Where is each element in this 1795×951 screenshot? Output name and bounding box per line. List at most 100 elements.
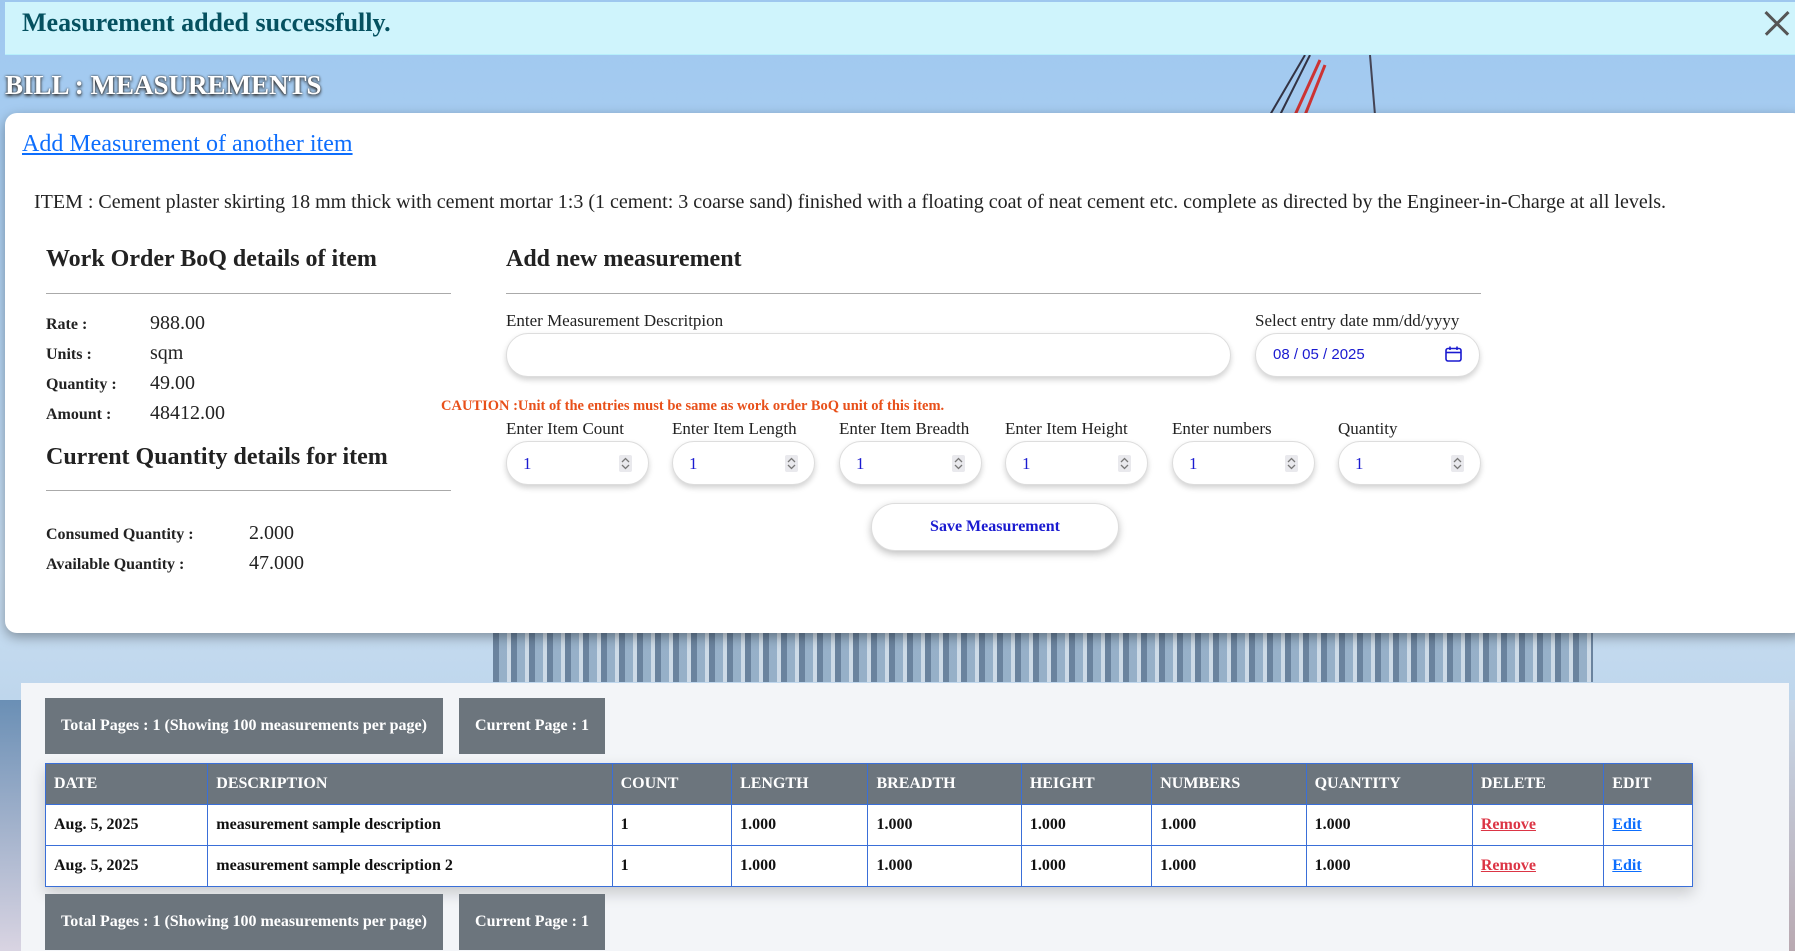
units-label: Units : (46, 346, 92, 363)
available-quantity-label: Available Quantity : (46, 556, 185, 573)
item-length-input[interactable]: 1 (672, 441, 815, 485)
cell-breadth: 1.000 (867, 845, 1022, 887)
item-breadth-value: 1 (856, 454, 865, 473)
cell-numbers: 1.000 (1151, 845, 1307, 887)
background-building-image (493, 632, 1593, 682)
measurement-card: Add Measurement of another item ITEM : C… (5, 113, 1795, 633)
cell-quantity: 1.000 (1305, 845, 1473, 887)
success-alert: Measurement added successfully. (5, 2, 1795, 55)
cell-quantity: 1.000 (1305, 804, 1473, 846)
column-header-numbers: NUMBERS (1151, 763, 1307, 805)
page-title: BILL : MEASUREMENTS (5, 70, 322, 100)
item-count-value: 1 (523, 454, 532, 473)
cell-edit: Edit (1603, 804, 1693, 846)
add-another-item-link[interactable]: Add Measurement of another item (22, 131, 353, 158)
current-page-badge: Current Page : 1 (459, 698, 605, 754)
add-measurement-title: Add new measurement (506, 246, 742, 272)
item-count-input[interactable]: 1 (506, 441, 649, 485)
spinner-icon[interactable] (1451, 455, 1464, 472)
item-breadth-label: Enter Item Breadth (839, 419, 970, 438)
quantity-input[interactable]: 1 (1338, 441, 1481, 485)
quantity-value: 49.00 (150, 372, 195, 394)
column-header-date: DATE (44, 763, 209, 805)
divider (506, 293, 1481, 294)
total-pages-badge: Total Pages : 1 (Showing 100 measurement… (45, 698, 443, 754)
column-header-edit: EDIT (1603, 763, 1693, 805)
cell-breadth: 1.000 (867, 804, 1022, 846)
item-length-label: Enter Item Length (672, 419, 797, 438)
cell-count: 1 (611, 804, 733, 846)
save-measurement-button[interactable]: Save Measurement (871, 503, 1119, 551)
date-label: Select entry date mm/dd/yyyy (1255, 311, 1460, 330)
rate-label: Rate : (46, 316, 88, 333)
cell-description: measurement sample description 2 (207, 845, 613, 887)
cell-date: Aug. 5, 2025 (44, 845, 209, 887)
cell-numbers: 1.000 (1151, 804, 1307, 846)
boq-section-title: Work Order BoQ details of item (46, 246, 377, 272)
item-breadth-input[interactable]: 1 (839, 441, 982, 485)
numbers-input[interactable]: 1 (1172, 441, 1315, 485)
column-header-delete: DELETE (1471, 763, 1605, 805)
consumed-quantity-label: Consumed Quantity : (46, 526, 194, 543)
table-row: Aug. 5, 2025 measurement sample descript… (44, 804, 1693, 846)
table-row: Aug. 5, 2025 measurement sample descript… (44, 845, 1693, 887)
close-icon[interactable] (1759, 6, 1793, 40)
quantity-field-value: 1 (1355, 454, 1364, 473)
units-value: sqm (150, 342, 184, 364)
column-header-quantity: QUANTITY (1305, 763, 1473, 805)
amount-value: 48412.00 (150, 402, 225, 424)
column-header-description: DESCRIPTION (207, 763, 613, 805)
measurements-table: DATE DESCRIPTION COUNT LENGTH BREADTH HE… (44, 763, 1693, 887)
cell-description: measurement sample description (207, 804, 613, 846)
column-header-height: HEIGHT (1020, 763, 1153, 805)
spinner-icon[interactable] (1285, 455, 1298, 472)
quantity-field-label: Quantity (1338, 419, 1398, 438)
background-left-edge (0, 700, 22, 951)
cell-edit: Edit (1603, 845, 1693, 887)
current-quantity-title: Current Quantity details for item (46, 444, 388, 470)
numbers-value: 1 (1189, 454, 1198, 473)
item-count-label: Enter Item Count (506, 419, 625, 438)
cell-date: Aug. 5, 2025 (44, 804, 209, 846)
numbers-label: Enter numbers (1172, 419, 1272, 438)
caution-text: CAUTION :Unit of the entries must be sam… (441, 398, 945, 414)
total-pages-badge: Total Pages : 1 (Showing 100 measurement… (45, 894, 443, 950)
cell-delete: Remove (1471, 804, 1605, 846)
available-quantity-value: 47.000 (249, 552, 304, 574)
amount-label: Amount : (46, 406, 112, 423)
remove-link[interactable]: Remove (1481, 857, 1536, 874)
edit-link[interactable]: Edit (1612, 857, 1641, 874)
cell-height: 1.000 (1020, 804, 1153, 846)
spinner-icon[interactable] (1118, 455, 1131, 472)
cell-length: 1.000 (731, 845, 869, 887)
spinner-icon[interactable] (785, 455, 798, 472)
rate-value: 988.00 (150, 312, 205, 334)
column-header-breadth: BREADTH (867, 763, 1022, 805)
background-crane-image (1269, 55, 1376, 115)
item-description: ITEM : Cement plaster skirting 18 mm thi… (34, 191, 1667, 213)
column-header-count: COUNT (611, 763, 733, 805)
consumed-quantity-value: 2.000 (249, 522, 294, 544)
cell-length: 1.000 (731, 804, 869, 846)
alert-message: Measurement added successfully. (22, 8, 391, 37)
remove-link[interactable]: Remove (1481, 816, 1536, 833)
measurement-description-input[interactable] (506, 333, 1231, 377)
quantity-label: Quantity : (46, 376, 117, 393)
item-height-value: 1 (1022, 454, 1031, 473)
edit-link[interactable]: Edit (1612, 816, 1641, 833)
table-header-row: DATE DESCRIPTION COUNT LENGTH BREADTH HE… (44, 763, 1693, 805)
description-label: Enter Measurement Descritpion (506, 311, 724, 330)
current-page-badge: Current Page : 1 (459, 894, 605, 950)
cell-delete: Remove (1471, 845, 1605, 887)
entry-date-input[interactable]: 08 / 05 / 2025 (1255, 333, 1480, 377)
item-height-input[interactable]: 1 (1005, 441, 1148, 485)
column-header-length: LENGTH (731, 763, 869, 805)
divider (46, 293, 451, 294)
spinner-icon[interactable] (619, 455, 632, 472)
item-height-label: Enter Item Height (1005, 419, 1128, 438)
date-value: 08 / 05 / 2025 (1273, 346, 1365, 363)
item-length-value: 1 (689, 454, 698, 473)
calendar-icon[interactable] (1445, 346, 1462, 362)
cell-height: 1.000 (1020, 845, 1153, 887)
spinner-icon[interactable] (952, 455, 965, 472)
